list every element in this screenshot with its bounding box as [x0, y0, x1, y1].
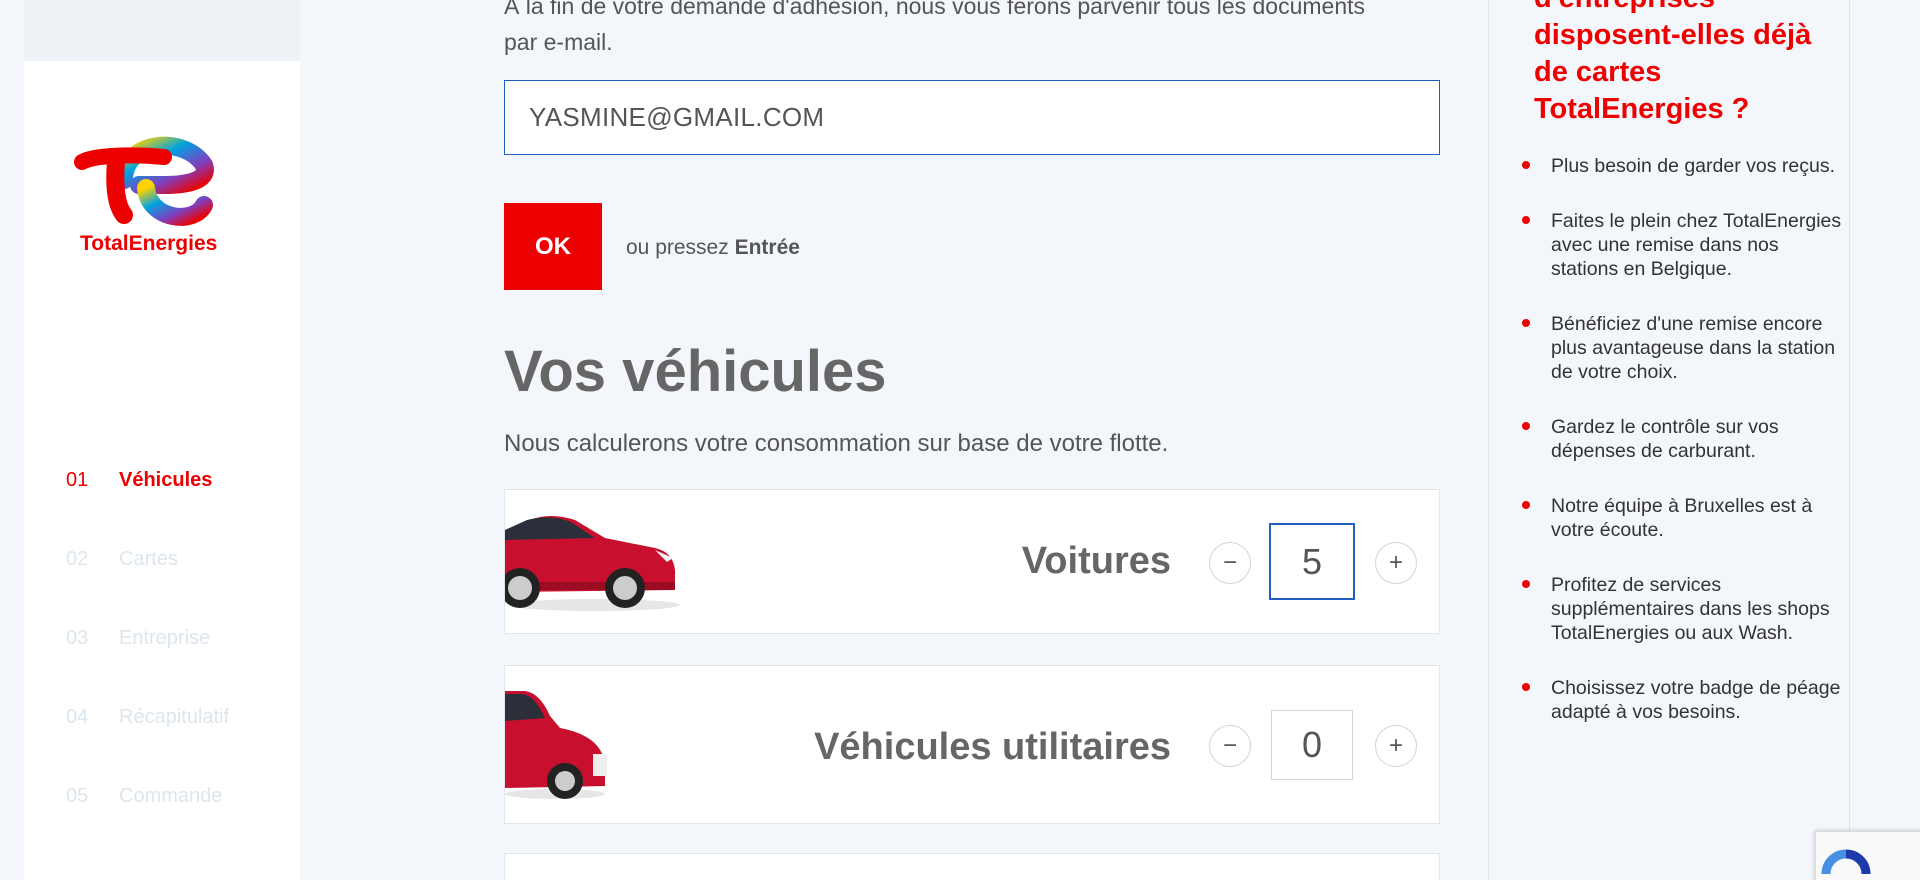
vehicle-card-utility: Véhicules utilitaires − 0 +	[504, 665, 1440, 824]
email-intro-text: À la fin de votre demande d'adhésion, no…	[504, 0, 1366, 55]
sidebar-top-strip	[24, 0, 300, 61]
step-number: 05	[66, 785, 89, 807]
step-label: Commande	[119, 785, 223, 807]
quantity-input[interactable]: 0	[1271, 710, 1353, 780]
step-number: 02	[66, 548, 89, 570]
step-label: Récapitulatif	[119, 706, 230, 728]
list-item: Notre équipe à Bruxelles est à votre éco…	[1522, 494, 1842, 542]
vehicle-label: Voitures	[1021, 540, 1171, 582]
car-illustration	[505, 516, 680, 611]
enter-hint: ou pressez Entrée	[626, 236, 800, 260]
vehicle-card-cars: Voitures − 5 +	[504, 489, 1440, 634]
step-cartes[interactable]: 02 Cartes	[66, 520, 229, 599]
email-field[interactable]: YASMINE@GMAIL.COM	[504, 80, 1440, 155]
benefits-list: Plus besoin de garder vos reçus. Faites …	[1522, 154, 1842, 755]
step-commande[interactable]: 05 Commande	[66, 757, 229, 836]
list-item: Profitez de services supplémentaires dan…	[1522, 573, 1842, 645]
benefits-title: d'entreprises disposent-elles déjà de ca…	[1534, 0, 1812, 125]
step-label: Entreprise	[119, 627, 211, 649]
step-label: Véhicules	[119, 469, 213, 491]
list-item: Bénéficiez d'une remise encore plus avan…	[1522, 312, 1842, 384]
vehicle-card-next	[504, 853, 1440, 880]
increment-button[interactable]: +	[1375, 542, 1417, 584]
step-entreprise[interactable]: 03 Entreprise	[66, 599, 229, 678]
list-item: Gardez le contrôle sur vos dépenses de c…	[1522, 415, 1842, 463]
section-subtitle: Nous calculerons votre consommation sur …	[504, 430, 1169, 457]
increment-button[interactable]: +	[1375, 725, 1417, 767]
vehicle-label: Véhicules utilitaires	[814, 726, 1171, 768]
step-vehicules[interactable]: 01 Véhicules	[66, 441, 229, 520]
list-item: Faites le plein chez TotalEnergies avec …	[1522, 209, 1842, 281]
decrement-button[interactable]: −	[1209, 542, 1251, 584]
list-item: Plus besoin de garder vos reçus.	[1522, 154, 1842, 178]
ok-button[interactable]: OK	[504, 203, 602, 290]
step-label: Cartes	[119, 548, 178, 570]
section-title: Vos véhicules	[504, 339, 887, 404]
logo-wordmark: TotalEnergies	[80, 232, 218, 255]
recaptcha-icon	[1821, 849, 1871, 875]
step-list: 01 Véhicules 02 Cartes 03 Entreprise 04 Réca…	[66, 441, 229, 836]
hint-key: Entrée	[734, 236, 800, 259]
step-number: 01	[66, 469, 89, 491]
hint-prefix: ou pressez	[626, 236, 729, 259]
quantity-input[interactable]: 5	[1269, 523, 1355, 600]
benefits-panel: d'entreprises disposent-elles déjà de ca…	[1488, 0, 1850, 880]
van-illustration	[505, 691, 607, 799]
recaptcha-badge[interactable]	[1815, 831, 1920, 880]
step-recapitulatif[interactable]: 04 Récapitulatif	[66, 678, 229, 757]
step-number: 04	[66, 706, 89, 728]
list-item: Choisissez votre badge de péage adapté à…	[1522, 676, 1842, 724]
decrement-button[interactable]: −	[1209, 725, 1251, 767]
step-number: 03	[66, 627, 89, 649]
